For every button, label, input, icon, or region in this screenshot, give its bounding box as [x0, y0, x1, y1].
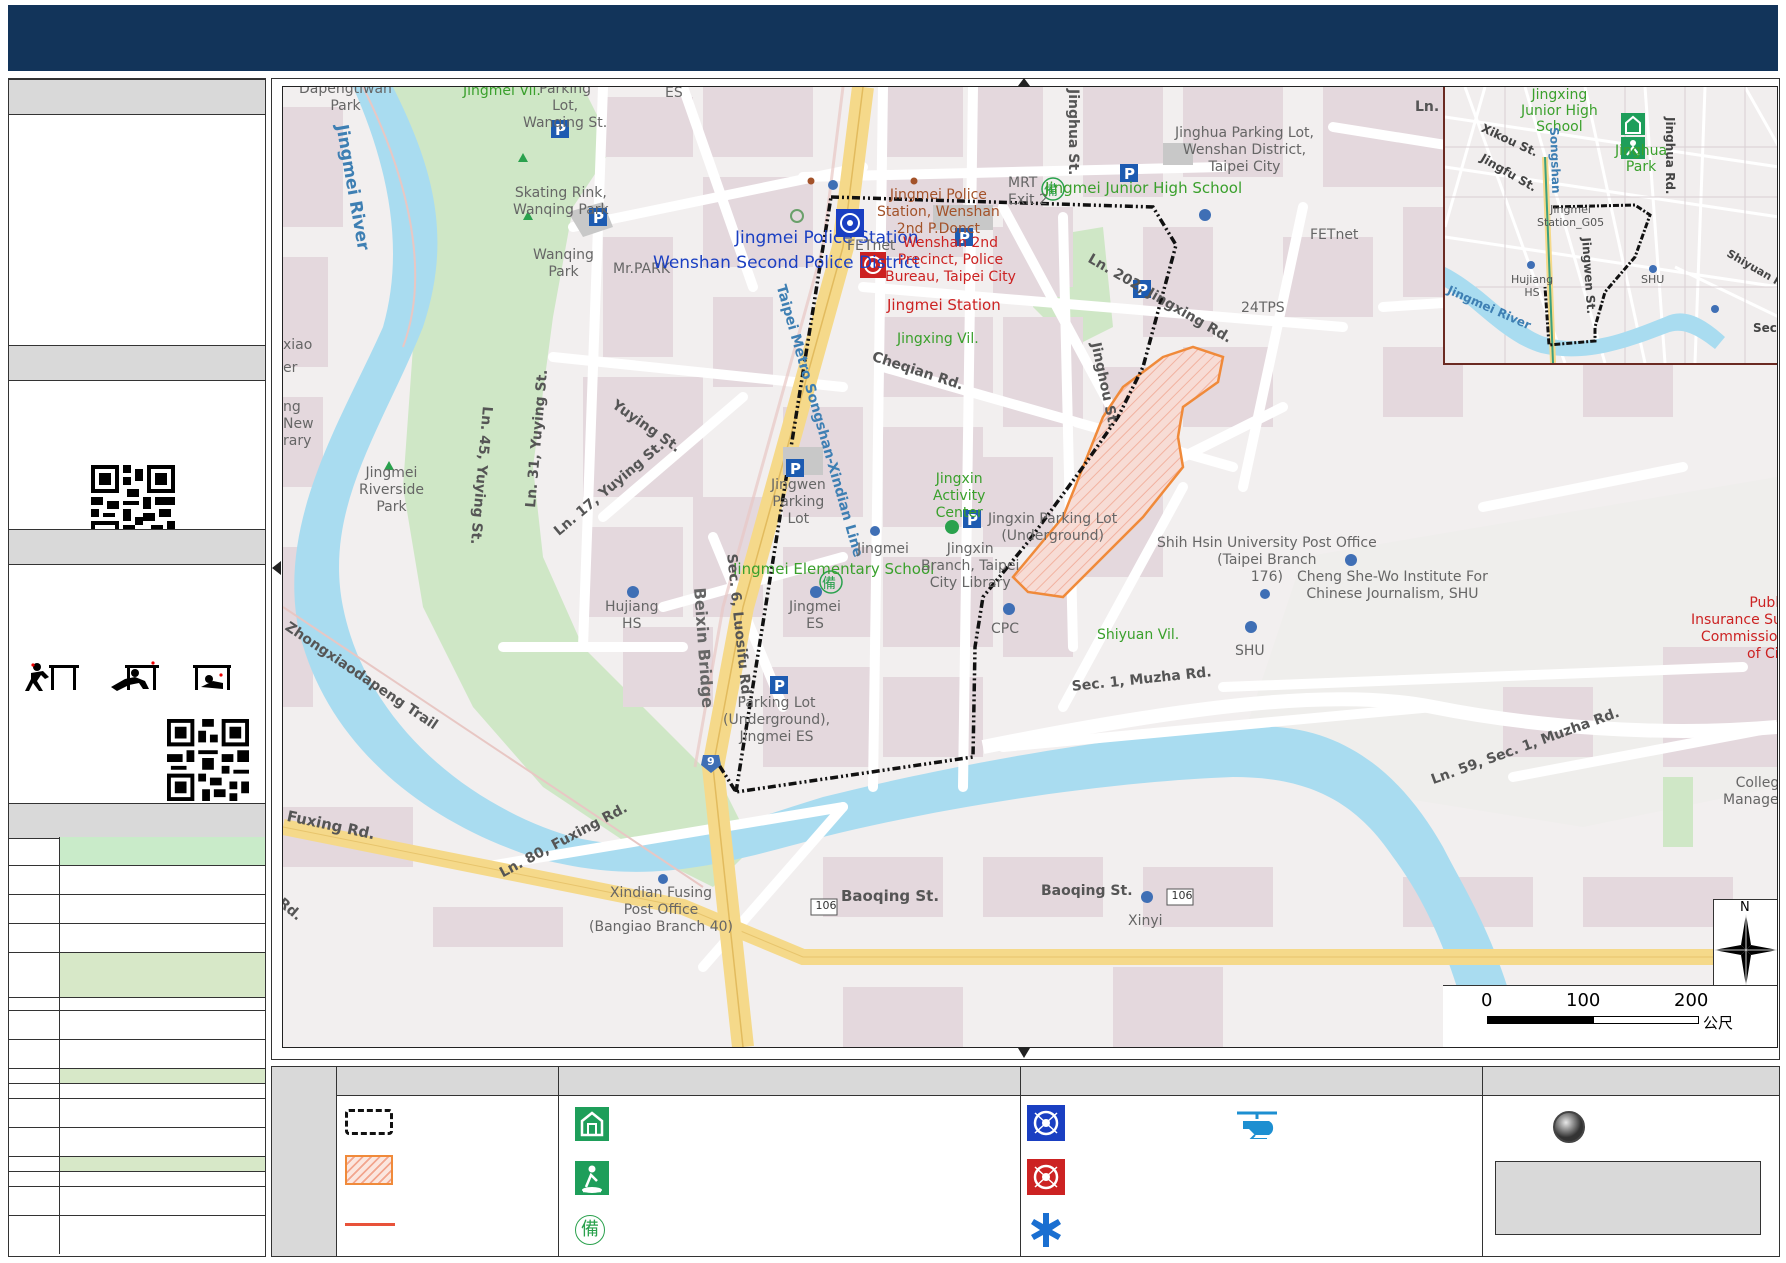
svg-text:P: P: [555, 121, 566, 139]
inset-label-jinghua-park: Jinghua Park: [1615, 143, 1668, 175]
table-row: [9, 1084, 265, 1099]
standby-shelter-icon: 備: [575, 1215, 605, 1245]
legend-column-emergency: [1021, 1067, 1483, 1256]
legend-side-header: [272, 1067, 337, 1256]
table-row: [9, 837, 265, 866]
north-label: N: [1740, 900, 1750, 915]
pan-down-arrow[interactable]: [1018, 1048, 1030, 1058]
legend-hazard-swatch: [345, 1155, 393, 1185]
qr-code-2[interactable]: [167, 719, 249, 801]
table-row: [9, 1011, 265, 1040]
sidebar-section-header-3: [9, 529, 265, 565]
drop-cover-icon-2: [111, 661, 159, 691]
inset-map[interactable]: Jingxing Junior High School Jinghua Park…: [1443, 87, 1777, 365]
scale-bar: 0 100 200 公尺: [1443, 985, 1777, 1047]
inset-label-shu: SHU: [1641, 273, 1665, 286]
table-row: [9, 924, 265, 953]
inset-label-jinghua-rd: Jinghua Rd.: [1663, 117, 1677, 195]
scale-unit: 公尺: [1703, 1014, 1734, 1032]
sidebar-section-header-4: [9, 803, 265, 839]
svg-text:P: P: [790, 460, 801, 478]
scale-tick-0: 0: [1481, 990, 1493, 1011]
svg-text:備: 備: [1044, 183, 1058, 199]
scale-tick-100: 100: [1566, 990, 1601, 1011]
standby-shelter-glyph: 備: [581, 1219, 599, 1240]
table-row: [9, 1099, 265, 1128]
police-station-icon: [1027, 1105, 1065, 1141]
helicopter-icon: [1237, 1111, 1277, 1139]
table-row: [9, 1157, 265, 1172]
table-row: [9, 1216, 265, 1254]
table-row: [9, 1187, 265, 1216]
pan-up-arrow[interactable]: [1018, 78, 1030, 86]
sidebar-panel: [8, 78, 266, 1257]
inset-label-hujiang-hs: Hujiang HS: [1511, 273, 1554, 299]
table-row: [9, 895, 265, 924]
table-row: [9, 1040, 265, 1069]
svg-text:P: P: [593, 209, 604, 227]
svg-text:P: P: [774, 677, 785, 695]
table-row: [9, 998, 265, 1011]
drop-cover-icon-3: [193, 665, 231, 690]
inset-label-jingmei-station: Jingmei Station_G05: [1537, 203, 1605, 229]
svg-text:P: P: [967, 511, 978, 529]
drop-cover-icon-1: [25, 663, 79, 691]
sidebar-section-header-1: [9, 79, 265, 115]
medical-star-of-life-icon: [1031, 1213, 1061, 1247]
table-row: [9, 866, 265, 895]
inset-label-songshan: Songshan: [1547, 127, 1564, 194]
sidebar-section-header-2: [9, 345, 265, 381]
gray-circle-marker-icon: [1553, 1111, 1585, 1143]
table-row: [9, 953, 265, 998]
svg-text:P: P: [959, 229, 970, 247]
legend-column-shelter: 備: [559, 1067, 1021, 1256]
legend-column-other: [1483, 1067, 1779, 1256]
legend-column-area: [337, 1067, 559, 1256]
evacuation-shelter-icon: [575, 1107, 609, 1141]
svg-text:備: 備: [822, 576, 836, 592]
page-header: [8, 5, 1778, 71]
table-row: [9, 1172, 265, 1187]
svg-text:P: P: [1124, 165, 1135, 183]
scale-tick-200: 200: [1674, 990, 1709, 1011]
legend-gray-box: [1495, 1161, 1761, 1235]
evacuation-point-icon: [575, 1161, 609, 1195]
svg-text:P: P: [1137, 281, 1148, 299]
table-row: [9, 1128, 265, 1157]
sidebar-text-block: [9, 115, 265, 345]
legend-trail-line: [345, 1223, 395, 1226]
main-map[interactable]: P P P P P P P P 備 備 Dapengtiwan Park Jin…: [282, 86, 1778, 1048]
inset-label-sec: Sec: [1753, 321, 1777, 335]
police-precinct-icon: [1027, 1159, 1065, 1195]
legend-panel: 備: [271, 1066, 1780, 1257]
north-arrow: N: [1713, 899, 1777, 987]
table-row: [9, 1069, 265, 1084]
pan-left-arrow[interactable]: [272, 561, 281, 575]
legend-boundary-swatch: [345, 1109, 393, 1135]
